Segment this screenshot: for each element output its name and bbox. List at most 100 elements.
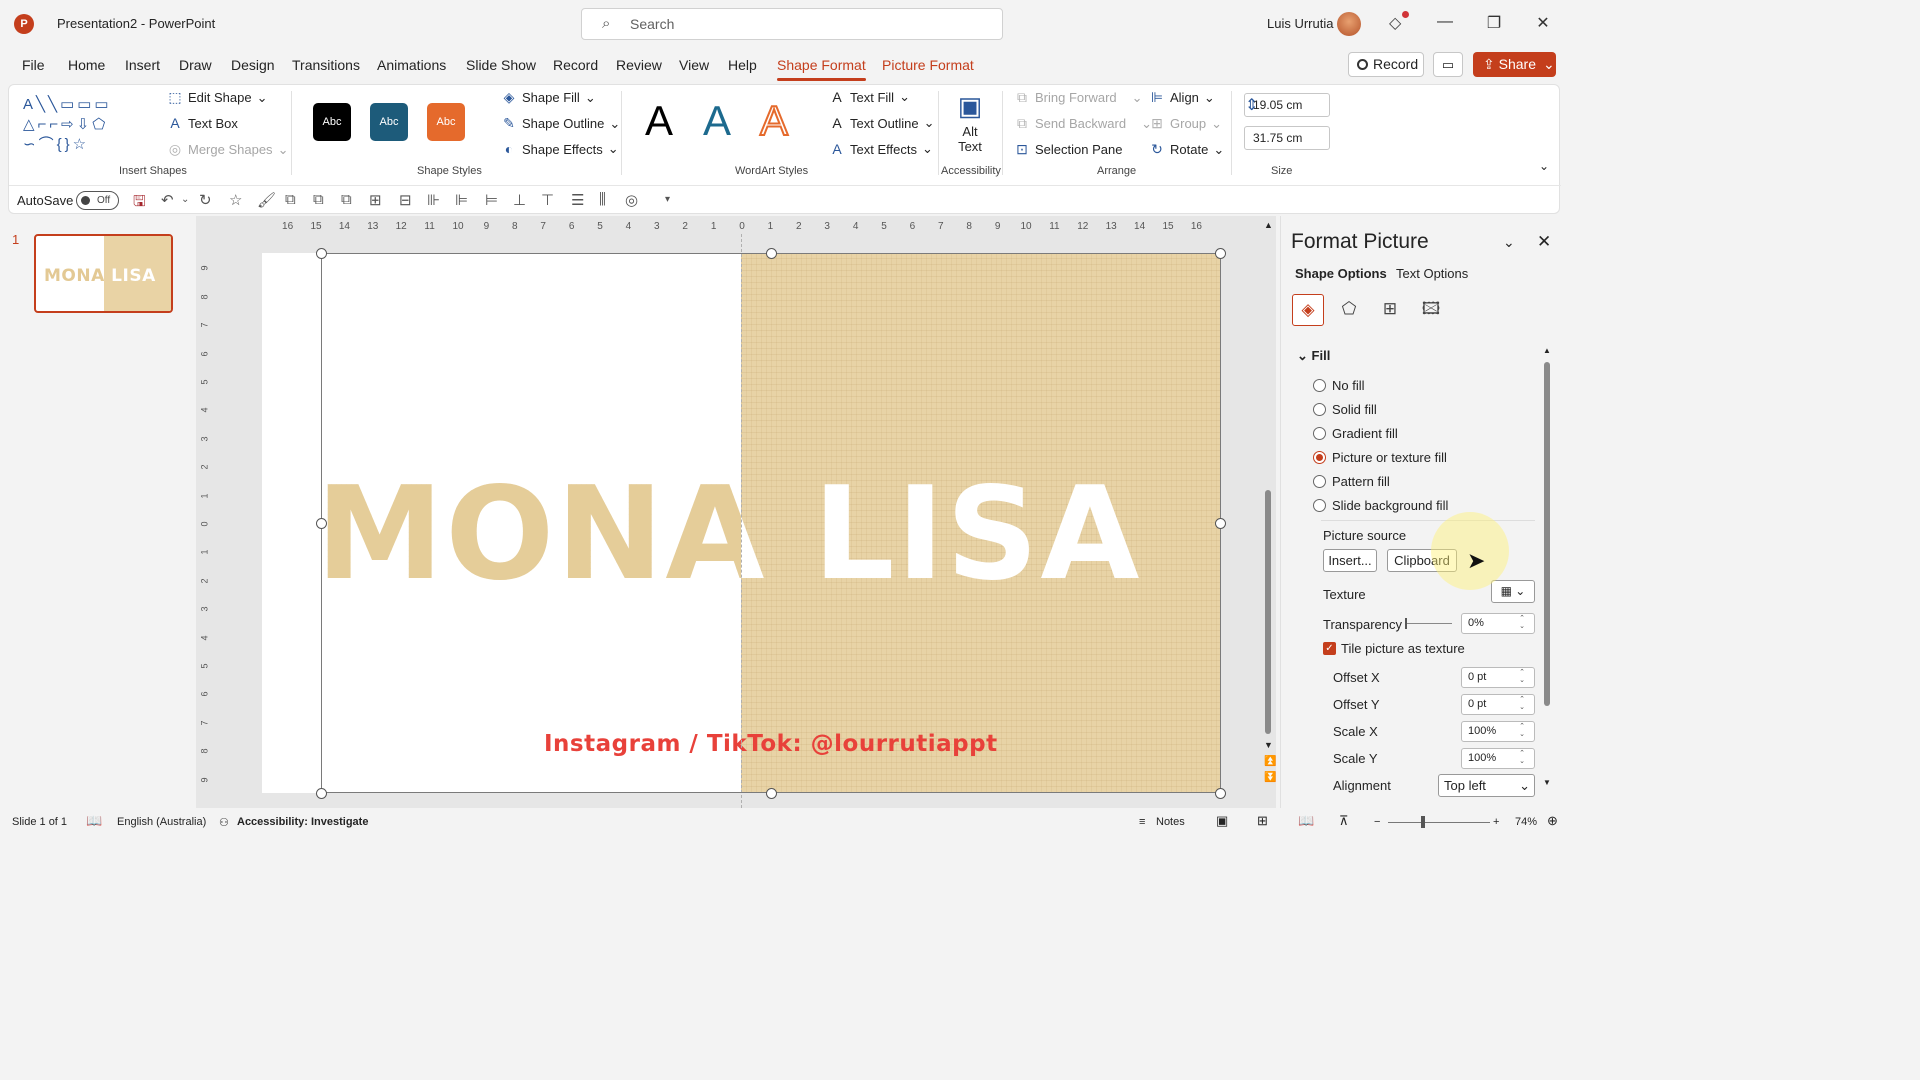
user-name[interactable]: Luis Urrutia xyxy=(1267,16,1333,31)
radio-button[interactable] xyxy=(1313,499,1326,512)
texture-picker-button[interactable]: ▦ ⌄ xyxy=(1491,580,1535,603)
radio-button-selected[interactable] xyxy=(1313,451,1326,464)
scroll-down-icon[interactable]: ▼ xyxy=(1264,740,1273,750)
fill-section-header[interactable]: ⌄ Fill xyxy=(1297,348,1330,364)
picture-texture-fill-option[interactable]: Picture or texture fill xyxy=(1313,450,1447,465)
selection-pane-button[interactable]: ⊡ Selection Pane xyxy=(1014,141,1122,158)
gradient-fill-option[interactable]: Gradient fill xyxy=(1313,426,1398,441)
zoom-level[interactable]: 74% xyxy=(1515,816,1537,828)
resize-handle-bottom-left[interactable] xyxy=(316,788,327,799)
canvas-scrollbar[interactable]: ▲ ▼ ⏫ ⏬ xyxy=(1264,220,1276,790)
shape-effects-button[interactable]: ◐ Shape Effects ⌄ xyxy=(501,141,619,157)
scroll-down-icon[interactable]: ▼ xyxy=(1543,778,1551,787)
tab-help[interactable]: Help xyxy=(728,57,757,73)
chevron-down-icon[interactable]: ⌄ xyxy=(1503,234,1515,251)
offset-x-input[interactable]: 0 pt xyxy=(1461,667,1535,688)
collapse-ribbon-icon[interactable]: ⌄ xyxy=(1539,159,1549,173)
comments-button[interactable]: ▭ xyxy=(1433,52,1463,77)
zoom-slider-thumb[interactable] xyxy=(1421,816,1425,828)
scrollbar-thumb[interactable] xyxy=(1265,490,1271,734)
scroll-up-icon[interactable]: ▲ xyxy=(1543,346,1551,355)
bring-forward-icon[interactable]: ⧉ xyxy=(285,191,296,208)
send-backward-button[interactable]: ⧉ Send Backward ⌄ xyxy=(1014,115,1152,132)
text-outline-button[interactable]: A Text Outline ⌄ xyxy=(829,115,934,131)
ungroup-icon[interactable]: ⊞ xyxy=(369,191,382,209)
accessibility-status[interactable]: Accessibility: Investigate xyxy=(237,816,368,828)
zoom-in-icon[interactable]: + xyxy=(1493,816,1499,828)
undo-icon[interactable]: ↶ xyxy=(161,191,174,209)
social-handle-text[interactable]: Instagram / TikTok: @lourrutiappt xyxy=(544,731,998,757)
chevron-down-icon[interactable]: ⌄ xyxy=(181,194,189,205)
format-painter-icon[interactable]: 🖌 xyxy=(257,191,276,209)
insert-picture-button[interactable]: Insert... xyxy=(1323,549,1377,572)
accessibility-icon[interactable]: ⚇ xyxy=(219,816,229,829)
slide-thumbnail[interactable]: MONA LISA MONA LISA xyxy=(34,234,173,313)
size-properties-icon[interactable]: ⊞ xyxy=(1374,294,1406,326)
tab-draw[interactable]: Draw xyxy=(179,57,212,73)
edit-shape-button[interactable]: ⬚ Edit Shape ⌄ xyxy=(167,89,267,106)
star-icon[interactable]: ☆ xyxy=(229,191,242,209)
bring-forward-button[interactable]: ⧉ Bring Forward ⌄ xyxy=(1014,89,1143,106)
minimize-icon[interactable]: — xyxy=(1435,13,1455,31)
resize-handle-top[interactable] xyxy=(766,248,777,259)
send-backward-icon[interactable]: ⧉ xyxy=(313,191,324,208)
pattern-fill-option[interactable]: Pattern fill xyxy=(1313,474,1390,489)
share-button[interactable]: ⇪ Share ⌄ xyxy=(1473,52,1556,77)
solid-fill-option[interactable]: Solid fill xyxy=(1313,402,1377,417)
distribute-vertical-icon[interactable]: ☰ xyxy=(571,191,584,209)
shapes-gallery[interactable]: A╲╲▭▭▭ △⌐⌐⇨⇩⬠ ∽⌒{}☆ xyxy=(23,95,147,155)
close-icon[interactable]: ✕ xyxy=(1537,232,1551,252)
align-bottom-icon[interactable]: ⊥ xyxy=(513,191,526,209)
avatar[interactable] xyxy=(1337,12,1361,36)
fill-line-icon[interactable]: ◈ xyxy=(1292,294,1324,326)
align-top-icon[interactable]: ⊤ xyxy=(541,191,554,209)
tab-shape-format[interactable]: Shape Format xyxy=(777,57,866,81)
scrollbar-thumb[interactable] xyxy=(1544,362,1550,706)
picture-icon[interactable]: 🖾 xyxy=(1415,294,1447,326)
resize-handle-top-right[interactable] xyxy=(1215,248,1226,259)
text-box-button[interactable]: A Text Box xyxy=(167,115,238,131)
group-button[interactable]: ⊞ Group ⌄ xyxy=(1149,115,1222,132)
alignment-dropdown[interactable]: Top left ⌄ xyxy=(1438,774,1535,797)
wordart-orange-outline[interactable]: A xyxy=(759,96,789,145)
tab-picture-format[interactable]: Picture Format xyxy=(882,57,974,73)
style-swatch-blue[interactable]: Abc xyxy=(370,103,408,141)
align-button[interactable]: ⊫ Align ⌄ xyxy=(1149,89,1215,106)
tab-text-options[interactable]: Text Options xyxy=(1396,266,1468,281)
merge-shapes-icon[interactable]: ◎ xyxy=(625,191,638,209)
tab-record[interactable]: Record xyxy=(553,57,598,73)
merge-shapes-button[interactable]: ◎ Merge Shapes ⌄ xyxy=(167,141,289,158)
radio-button[interactable] xyxy=(1313,379,1326,392)
restore-icon[interactable]: ❐ xyxy=(1484,13,1504,33)
spelling-icon[interactable]: 📖 xyxy=(86,813,102,829)
slideshow-icon[interactable]: ⊼ xyxy=(1339,813,1349,829)
align-left-icon[interactable]: ⊫ xyxy=(455,191,468,209)
tab-home[interactable]: Home xyxy=(68,57,105,73)
tab-file[interactable]: File xyxy=(22,57,45,73)
text-fill-button[interactable]: A Text Fill ⌄ xyxy=(829,89,910,105)
redo-icon[interactable]: ↻ xyxy=(199,191,212,209)
radio-button[interactable] xyxy=(1313,475,1326,488)
resize-handle-bottom[interactable] xyxy=(766,788,777,799)
notes-icon[interactable]: ≡ xyxy=(1139,816,1145,828)
resize-handle-top-left[interactable] xyxy=(316,248,327,259)
transparency-slider[interactable] xyxy=(1406,623,1452,624)
group-icon[interactable]: ⧉ xyxy=(341,191,352,208)
customize-toolbar-icon[interactable]: ▾ xyxy=(665,194,670,205)
align-center-icon[interactable]: ⊟ xyxy=(399,191,412,209)
chevron-down-icon[interactable]: ⌄ xyxy=(1543,52,1555,77)
align-middle-icon[interactable]: ⊪ xyxy=(427,191,440,209)
tab-design[interactable]: Design xyxy=(231,57,275,73)
style-swatch-orange[interactable]: Abc xyxy=(427,103,465,141)
effects-icon[interactable]: ⬠ xyxy=(1333,294,1365,326)
wordart-blue[interactable]: A xyxy=(703,97,731,145)
autosave-toggle[interactable]: Off xyxy=(76,191,119,210)
scale-x-input[interactable]: 100% xyxy=(1461,721,1535,742)
transparency-input[interactable]: 0% xyxy=(1461,613,1535,634)
tab-animations[interactable]: Animations xyxy=(377,57,446,73)
zoom-out-icon[interactable]: − xyxy=(1374,816,1380,828)
transparency-slider-thumb[interactable] xyxy=(1405,618,1407,629)
style-swatch-black[interactable]: Abc xyxy=(313,103,351,141)
shape-width-input[interactable]: 31.75 cm xyxy=(1244,126,1330,150)
tab-shape-options[interactable]: Shape Options xyxy=(1295,266,1387,281)
